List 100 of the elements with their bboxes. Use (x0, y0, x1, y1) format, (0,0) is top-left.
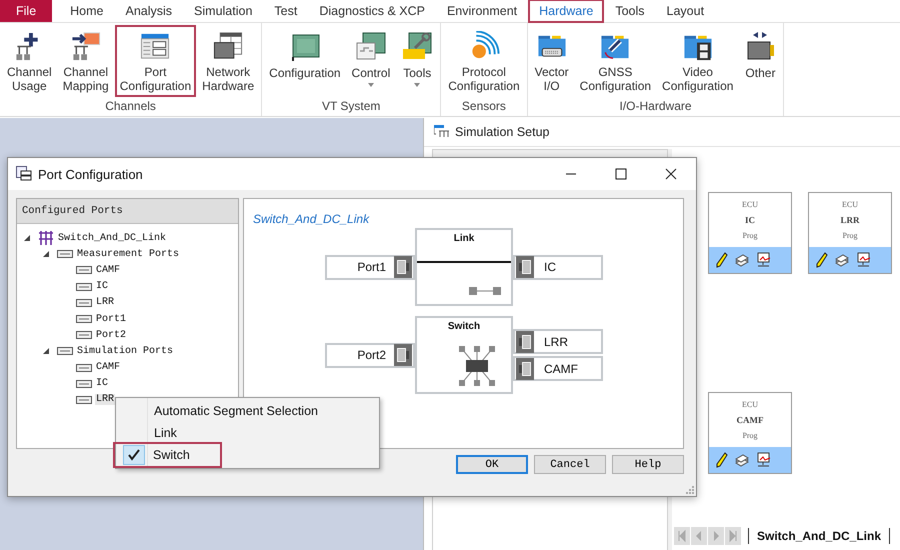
ribbon-tab[interactable]: Diagnostics & XCP (309, 0, 435, 22)
tree-item[interactable]: Switch_And_DC_Link (57, 232, 168, 244)
ribbon-button[interactable]: Channel Usage (2, 25, 57, 97)
ribbon-button[interactable]: Network Hardware (197, 25, 260, 97)
ribbon-tab[interactable]: Tools (605, 0, 655, 22)
menu-item[interactable]: Automatic Segment Selection (116, 400, 379, 422)
port-box[interactable]: IC (513, 254, 603, 280)
ribbon-button[interactable]: Protocol Configuration (443, 25, 525, 97)
ethernet-port-icon (516, 358, 534, 380)
ribbon-button[interactable]: GNSS Configuration (574, 25, 656, 97)
ribbon-tab[interactable]: Simulation (184, 0, 262, 22)
ribbon-button[interactable]: Configuration (264, 25, 346, 97)
ecu-name: LRR (840, 215, 860, 225)
group-label: I/O-Hardware (620, 98, 692, 115)
ribbon-button[interactable]: Channel Mapping (58, 25, 114, 97)
ecu-name: CAMF (736, 415, 764, 425)
close-icon[interactable] (665, 168, 677, 180)
group-label: VT System (322, 98, 380, 115)
tree-item[interactable]: LRR (95, 394, 116, 406)
stack-icon[interactable] (834, 253, 850, 267)
ecu-mode: Prog (842, 231, 858, 240)
pencil-icon[interactable] (816, 252, 828, 268)
ecu-type: ECU (742, 200, 758, 209)
ribbon-tab[interactable]: Hardware (529, 0, 604, 22)
port-icon (76, 330, 92, 340)
port-icon (76, 362, 92, 373)
port-label: IC (544, 260, 556, 274)
dialog-button[interactable]: Help (612, 455, 684, 474)
tree-item[interactable]: CAMF (95, 264, 122, 276)
tree-header: Configured Ports (17, 199, 238, 224)
dialog-button[interactable]: Cancel (534, 455, 606, 474)
resize-grip-icon[interactable] (686, 486, 694, 494)
expanded-arrow-icon[interactable] (42, 250, 50, 258)
ecu-mode: Prog (742, 231, 758, 240)
expanded-arrow-icon[interactable] (42, 347, 50, 356)
ecu-block[interactable]: ECU CAMF Prog (708, 392, 792, 474)
tree-item[interactable]: Port2 (95, 330, 128, 341)
stack-icon[interactable] (734, 453, 750, 467)
expanded-arrow-icon[interactable] (23, 234, 31, 242)
port-icon (76, 265, 92, 276)
ribbon-tab[interactable]: Home (60, 0, 114, 22)
maximize-icon[interactable] (615, 168, 627, 180)
ecu-name: IC (744, 215, 755, 225)
monitor-graph-icon[interactable] (856, 252, 872, 268)
tree-item[interactable]: IC (95, 281, 110, 292)
ribbon-button[interactable]: Other (739, 25, 782, 97)
group-label: Channels (105, 98, 156, 115)
stack-icon[interactable] (734, 253, 750, 267)
port-box[interactable]: CAMF (513, 356, 603, 381)
window-title: Simulation Setup (455, 125, 550, 139)
port-box[interactable]: LRR (513, 329, 603, 354)
ribbon-tab[interactable]: Environment (436, 0, 528, 22)
ribbon-button[interactable]: Vector I/O (530, 25, 574, 97)
diagram-title: Switch_And_DC_Link (253, 212, 370, 226)
arrow-network-icon (70, 31, 102, 62)
network-icon (38, 231, 54, 246)
tree-item[interactable]: LRR (95, 297, 116, 308)
ecu-mode: Prog (742, 431, 758, 440)
tree-item[interactable]: Measurement Ports (76, 248, 180, 260)
network-window-icon (434, 125, 450, 139)
port-label: LRR (544, 334, 568, 348)
switch-icon (459, 346, 495, 386)
tree-item[interactable]: IC (95, 378, 110, 390)
ecu-block[interactable]: ECU IC Prog (708, 192, 792, 274)
group-label: Sensors (462, 98, 506, 115)
menu-item[interactable]: Link (116, 422, 379, 444)
port-window-icon (16, 166, 32, 182)
ecu-type: ECU (842, 200, 858, 209)
port-box[interactable]: Port2 (325, 342, 415, 368)
dialog-button[interactable]: OK (456, 455, 528, 474)
segment-title: Link (454, 232, 474, 244)
switch-box[interactable]: Switch (415, 316, 513, 394)
tree-item[interactable]: Simulation Ports (76, 346, 174, 357)
tree-item[interactable]: Port1 (95, 314, 128, 325)
tree-item[interactable]: CAMF (95, 362, 122, 374)
port-label: Port1 (357, 260, 386, 274)
ribbon-tab[interactable]: Test (264, 0, 308, 22)
ribbon-tab[interactable]: Analysis (116, 0, 182, 22)
pencil-icon[interactable] (716, 252, 728, 268)
ribbon-button[interactable]: Control (346, 25, 396, 97)
ethernet-port-icon (394, 344, 412, 366)
port-label: Port2 (357, 348, 386, 362)
pencil-icon[interactable] (716, 452, 728, 468)
ribbon-button[interactable]: Video Configuration (657, 25, 738, 97)
ribbon-button[interactable]: Tools (396, 25, 438, 97)
monitor-graph-icon[interactable] (756, 452, 772, 468)
menu-item[interactable]: Switch (115, 444, 220, 466)
ethernet-port-icon (516, 256, 534, 278)
port-box[interactable]: Port1 (325, 254, 415, 280)
ecu-block[interactable]: ECU LRR Prog (808, 192, 892, 274)
link-box[interactable]: Link (415, 228, 513, 306)
port-icon (76, 314, 92, 324)
file-tab[interactable]: File (0, 0, 52, 22)
ribbon-tab[interactable]: Layout (656, 0, 714, 22)
sheet-tab[interactable]: Switch_And_DC_Link (748, 528, 890, 544)
port-label: CAMF (544, 362, 578, 376)
ribbon-button[interactable]: Port Configuration (114, 25, 196, 97)
port-icon (76, 378, 92, 389)
port-icon (76, 394, 92, 405)
monitor-graph-icon[interactable] (756, 252, 772, 268)
